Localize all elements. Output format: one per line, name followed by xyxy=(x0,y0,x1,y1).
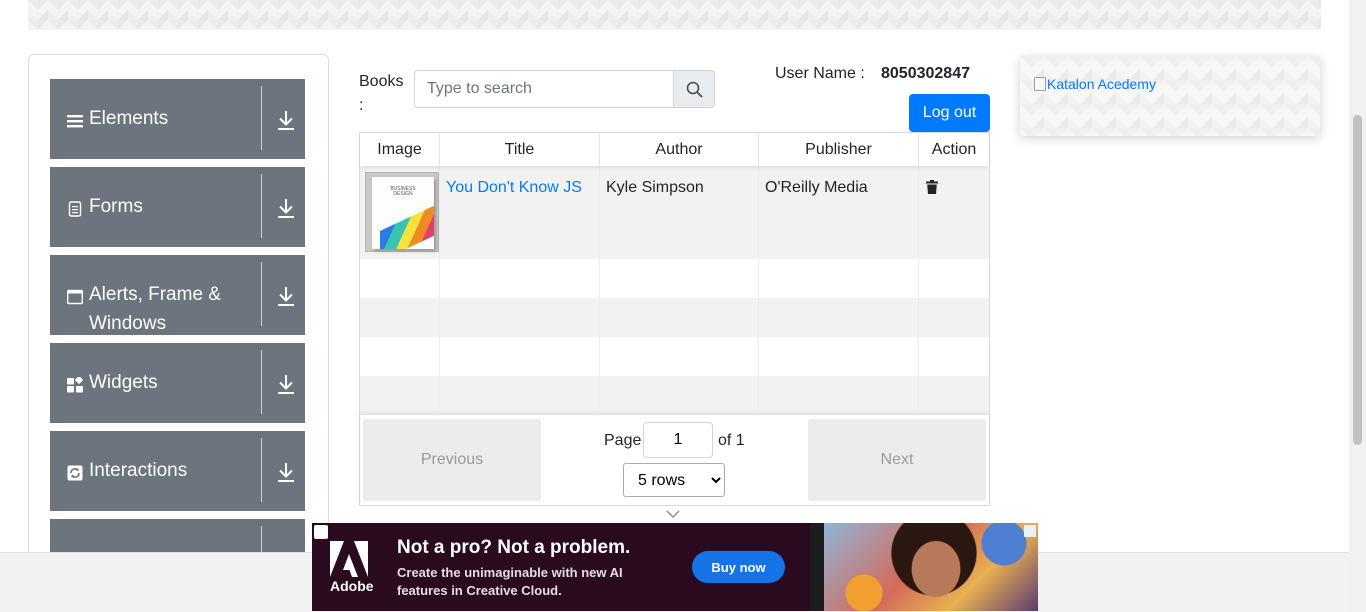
column-header[interactable]: Publisher xyxy=(759,133,919,166)
katalon-link[interactable]: Katalon Acedemy xyxy=(1034,76,1156,92)
user-name-label: User Name : xyxy=(775,65,865,82)
broken-image-icon xyxy=(1034,77,1046,91)
adobe-brand-text: Adobe xyxy=(330,578,374,594)
page-total-label: of 1 xyxy=(718,432,745,449)
chevron-down-icon[interactable] xyxy=(666,510,680,519)
rows-per-page-select[interactable]: 5 rows xyxy=(623,463,725,497)
scrollbar[interactable] xyxy=(1349,0,1366,612)
column-divider xyxy=(599,166,600,415)
sidebar-group-title: Interactions xyxy=(89,460,188,481)
sidebar-group-title: Alerts, Frame & Windows xyxy=(89,284,221,334)
window-icon xyxy=(67,289,83,305)
book-author: Kyle Simpson xyxy=(606,179,704,196)
books-table: Image Title Author Publisher Action BUSI… xyxy=(359,132,990,506)
sidebar-group-title: Forms xyxy=(89,196,143,217)
table-row: BUSINESS DESIGN You Don't Know JS Kyle S… xyxy=(360,166,989,259)
refresh-icon xyxy=(67,465,83,481)
table-row xyxy=(360,259,989,298)
separator xyxy=(261,86,262,150)
book-cover-image: BUSINESS DESIGN xyxy=(365,172,439,252)
ad-headline: Not a pro? Not a problem. xyxy=(397,537,631,558)
sidebar-group-interactions[interactable]: Interactions xyxy=(50,431,305,511)
column-header[interactable]: Author xyxy=(600,133,759,166)
sidebar-group-elements[interactable]: Elements xyxy=(50,79,305,159)
sidebar-group-title: Widgets xyxy=(89,372,158,393)
ad-subtext: Create the unimaginable with new AI feat… xyxy=(397,565,623,598)
sidebar: Elements Forms Alerts, Frame & Windows W… xyxy=(28,54,329,574)
trash-icon[interactable] xyxy=(926,180,938,194)
books-label: Books : xyxy=(359,73,404,114)
table-row xyxy=(360,337,989,376)
scrollbar-thumb[interactable] xyxy=(1353,115,1362,445)
book-cover: BUSINESS DESIGN xyxy=(372,177,434,249)
cover-art xyxy=(380,203,434,249)
column-divider xyxy=(758,166,759,415)
adobe-logo-icon xyxy=(330,541,368,577)
hamburger-icon xyxy=(67,115,83,128)
user-name-value: 8050302847 xyxy=(881,65,970,82)
separator xyxy=(261,350,262,414)
separator xyxy=(261,262,262,326)
ad-photo xyxy=(824,523,1038,611)
search-input[interactable] xyxy=(414,70,674,108)
separator xyxy=(261,438,262,502)
document-icon xyxy=(68,201,82,217)
download-icon[interactable] xyxy=(276,109,296,131)
next-button[interactable]: Next xyxy=(808,419,986,501)
ad-choices-icon[interactable] xyxy=(314,525,328,539)
download-icon[interactable] xyxy=(276,197,296,219)
download-icon[interactable] xyxy=(276,285,296,307)
search-button[interactable] xyxy=(673,70,715,108)
katalon-link-text: Katalon Acedemy xyxy=(1047,76,1156,92)
page-number-input[interactable] xyxy=(643,422,713,458)
search-icon xyxy=(686,81,703,98)
sidebar-group-widgets[interactable]: Widgets xyxy=(50,343,305,423)
widgets-icon xyxy=(67,377,83,393)
logout-button[interactable]: Log out xyxy=(909,94,990,132)
katalon-ad-box: Katalon Acedemy xyxy=(1020,56,1320,136)
table-row xyxy=(360,376,989,415)
column-header[interactable]: Action xyxy=(919,133,989,166)
page: Elements Forms Alerts, Frame & Windows W… xyxy=(0,0,1366,612)
table-header: Image Title Author Publisher Action xyxy=(360,133,989,166)
buy-now-button[interactable]: Buy now xyxy=(692,551,785,583)
ad-toolbar-image xyxy=(810,523,824,611)
search-group xyxy=(414,70,715,108)
book-publisher: O'Reilly Media xyxy=(765,179,868,196)
table-row xyxy=(360,298,989,337)
column-divider xyxy=(439,166,440,415)
page-label: Page xyxy=(604,432,642,449)
sidebar-group-title: Elements xyxy=(89,108,169,129)
sidebar-group-alerts[interactable]: Alerts, Frame & Windows xyxy=(50,255,305,335)
download-icon[interactable] xyxy=(276,461,296,483)
sidebar-group-forms[interactable]: Forms xyxy=(50,167,305,247)
column-header[interactable]: Image xyxy=(360,133,440,166)
top-banner xyxy=(28,0,1321,30)
column-divider xyxy=(918,166,919,415)
previous-button[interactable]: Previous xyxy=(363,419,541,501)
pagination: Previous Page of 1 5 rows Next xyxy=(360,415,989,505)
cover-title: BUSINESS DESIGN xyxy=(390,186,416,197)
separator xyxy=(261,174,262,238)
column-header[interactable]: Title xyxy=(440,133,600,166)
adobe-ad-banner[interactable]: Adobe Not a pro? Not a problem. Create t… xyxy=(312,523,1038,611)
book-title-link[interactable]: You Don't Know JS xyxy=(446,176,582,200)
download-icon[interactable] xyxy=(276,373,296,395)
ad-close-icon[interactable] xyxy=(1024,525,1036,537)
